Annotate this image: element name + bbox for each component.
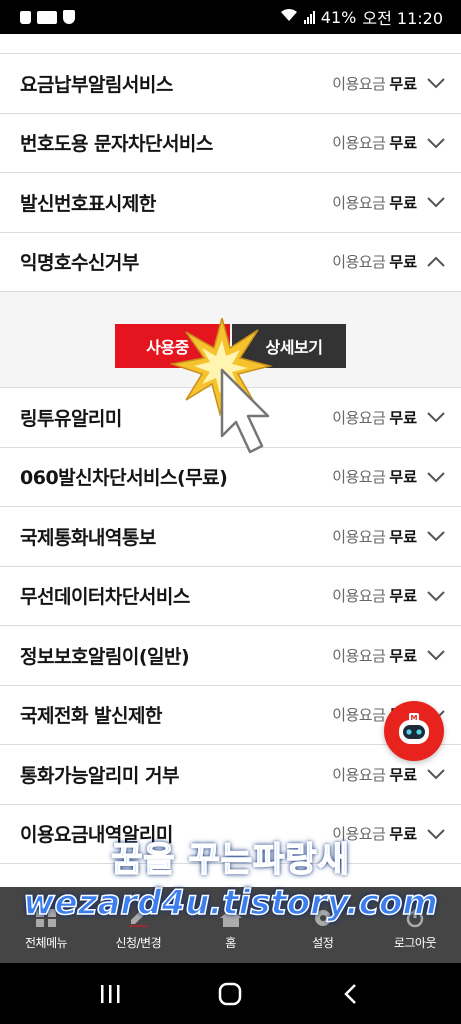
- service-title: 발신번호표시제한: [20, 192, 156, 215]
- lock-icon: [20, 10, 31, 24]
- list-item[interactable]: 통화가능알리미 거부 이용요금 무료: [0, 745, 461, 805]
- fee-label: 이용요금: [332, 408, 386, 427]
- service-title: 요금납부알림서비스: [20, 73, 173, 96]
- chevron-down-icon[interactable]: [425, 410, 447, 424]
- list-item-expanded[interactable]: 익명호수신거부 이용요금 무료: [0, 232, 461, 292]
- fee-value: 무료: [389, 765, 417, 784]
- details-button[interactable]: 상세보기: [232, 324, 346, 368]
- fee-info: 이용요금 무료: [332, 645, 447, 666]
- list-item[interactable]: 무선데이터차단서비스 이용요금 무료: [0, 566, 461, 626]
- fee-info: 이용요금 무료: [332, 192, 447, 213]
- back-icon: [344, 983, 356, 1004]
- chevron-down-icon[interactable]: [425, 136, 447, 150]
- service-title: 국제통화내역통보: [20, 526, 156, 549]
- service-title: 통화가능알리미 거부: [20, 764, 179, 787]
- fee-value: 무료: [389, 587, 417, 606]
- list-item[interactable]: 번호도용 문자차단서비스 이용요금 무료: [0, 113, 461, 173]
- robot-icon: M: [399, 713, 429, 744]
- fee-info: 이용요금 무료: [332, 407, 447, 428]
- status-icons-left: [20, 10, 75, 24]
- fee-label: 이용요금: [332, 193, 386, 212]
- service-title: 링투유알리미: [20, 407, 122, 430]
- service-title: 060발신차단서비스(무료): [20, 467, 228, 490]
- signal-icon: [303, 10, 315, 24]
- list-top-strip: [0, 34, 461, 54]
- nav-label: 설정: [312, 936, 334, 950]
- fee-label: 이용요금: [332, 134, 386, 153]
- battery-text: 41%: [320, 7, 357, 27]
- fee-info: 이용요금 무료: [332, 251, 447, 272]
- svg-text:M: M: [411, 714, 418, 722]
- shield-icon: [63, 10, 75, 24]
- service-title: 익명호수신거부: [20, 252, 139, 275]
- recent-apps-button[interactable]: [96, 980, 124, 1008]
- service-title: 번호도용 문자차단서비스: [20, 133, 213, 156]
- status-bar: 41% 오전 11:20: [0, 0, 461, 34]
- chevron-up-icon[interactable]: [425, 255, 447, 269]
- nav-label: 신청/변경: [115, 936, 162, 950]
- fee-label: 이용요금: [332, 527, 386, 546]
- list-item[interactable]: 060발신차단서비스(무료) 이용요금 무료: [0, 447, 461, 507]
- expanded-panel: 사용중 상세보기: [0, 292, 461, 388]
- home-button[interactable]: [216, 980, 244, 1008]
- app-notification-icon: [37, 10, 57, 24]
- fee-value: 무료: [389, 253, 417, 272]
- fee-value: 무료: [389, 646, 417, 665]
- chevron-down-icon[interactable]: [425, 76, 447, 90]
- clock-text: 오전 11:20: [362, 9, 443, 28]
- list-item[interactable]: 요금납부알림서비스 이용요금 무료: [0, 54, 461, 114]
- list-item[interactable]: 국제통화내역통보 이용요금 무료: [0, 507, 461, 567]
- watermark-url: wezard4u.tistory.com: [22, 882, 438, 924]
- fee-label: 이용요금: [332, 765, 386, 784]
- chevron-down-icon[interactable]: [425, 195, 447, 209]
- system-nav-bar: [0, 963, 461, 1024]
- service-title: 무선데이터차단서비스: [20, 586, 190, 609]
- chevron-down-icon[interactable]: [425, 767, 447, 781]
- home-circle-icon: [219, 982, 242, 1005]
- fee-info: 이용요금 무료: [332, 526, 447, 547]
- fee-value: 무료: [389, 193, 417, 212]
- chevron-down-icon[interactable]: [425, 589, 447, 603]
- chevron-down-icon[interactable]: [425, 648, 447, 662]
- chatbot-button[interactable]: M: [384, 701, 444, 761]
- fee-info: 이용요금 무료: [332, 73, 447, 94]
- fee-info: 이용요금 무료: [332, 764, 447, 785]
- fee-label: 이용요금: [332, 253, 386, 272]
- fee-label: 이용요금: [332, 74, 386, 93]
- chevron-down-icon[interactable]: [425, 529, 447, 543]
- status-icons-right: 41% 오전 11:20: [280, 5, 443, 29]
- fee-info: 이용요금 무료: [332, 466, 447, 487]
- watermark-title: 꿈을 꾸는파랑새: [110, 839, 350, 881]
- list-item[interactable]: 링투유알리미 이용요금 무료: [0, 388, 461, 448]
- fee-label: 이용요금: [332, 706, 386, 725]
- fee-value: 무료: [389, 134, 417, 153]
- fee-label: 이용요금: [332, 587, 386, 606]
- in-use-button[interactable]: 사용중: [115, 324, 230, 368]
- fee-value: 무료: [389, 527, 417, 546]
- nav-label: 로그아웃: [393, 936, 437, 950]
- fee-label: 이용요금: [332, 646, 386, 665]
- wifi-icon: [280, 8, 298, 26]
- fee-info: 이용요금 무료: [332, 585, 447, 606]
- fee-value: 무료: [389, 408, 417, 427]
- fee-info: 이용요금 무료: [332, 132, 447, 153]
- service-title: 정보보호알림이(일반): [20, 645, 190, 668]
- fee-value: 무료: [389, 468, 417, 487]
- list-item[interactable]: 발신번호표시제한 이용요금 무료: [0, 173, 461, 233]
- nav-label: 홈: [225, 936, 236, 950]
- fee-label: 이용요금: [332, 468, 386, 487]
- service-title: 국제전화 발신제한: [20, 705, 162, 728]
- list-item[interactable]: 정보보호알림이(일반) 이용요금 무료: [0, 626, 461, 686]
- nav-label: 전체메뉴: [25, 936, 68, 950]
- fee-value: 무료: [389, 74, 417, 93]
- recent-apps-icon: [101, 984, 120, 1003]
- chevron-down-icon[interactable]: [425, 470, 447, 484]
- back-button[interactable]: [337, 980, 365, 1008]
